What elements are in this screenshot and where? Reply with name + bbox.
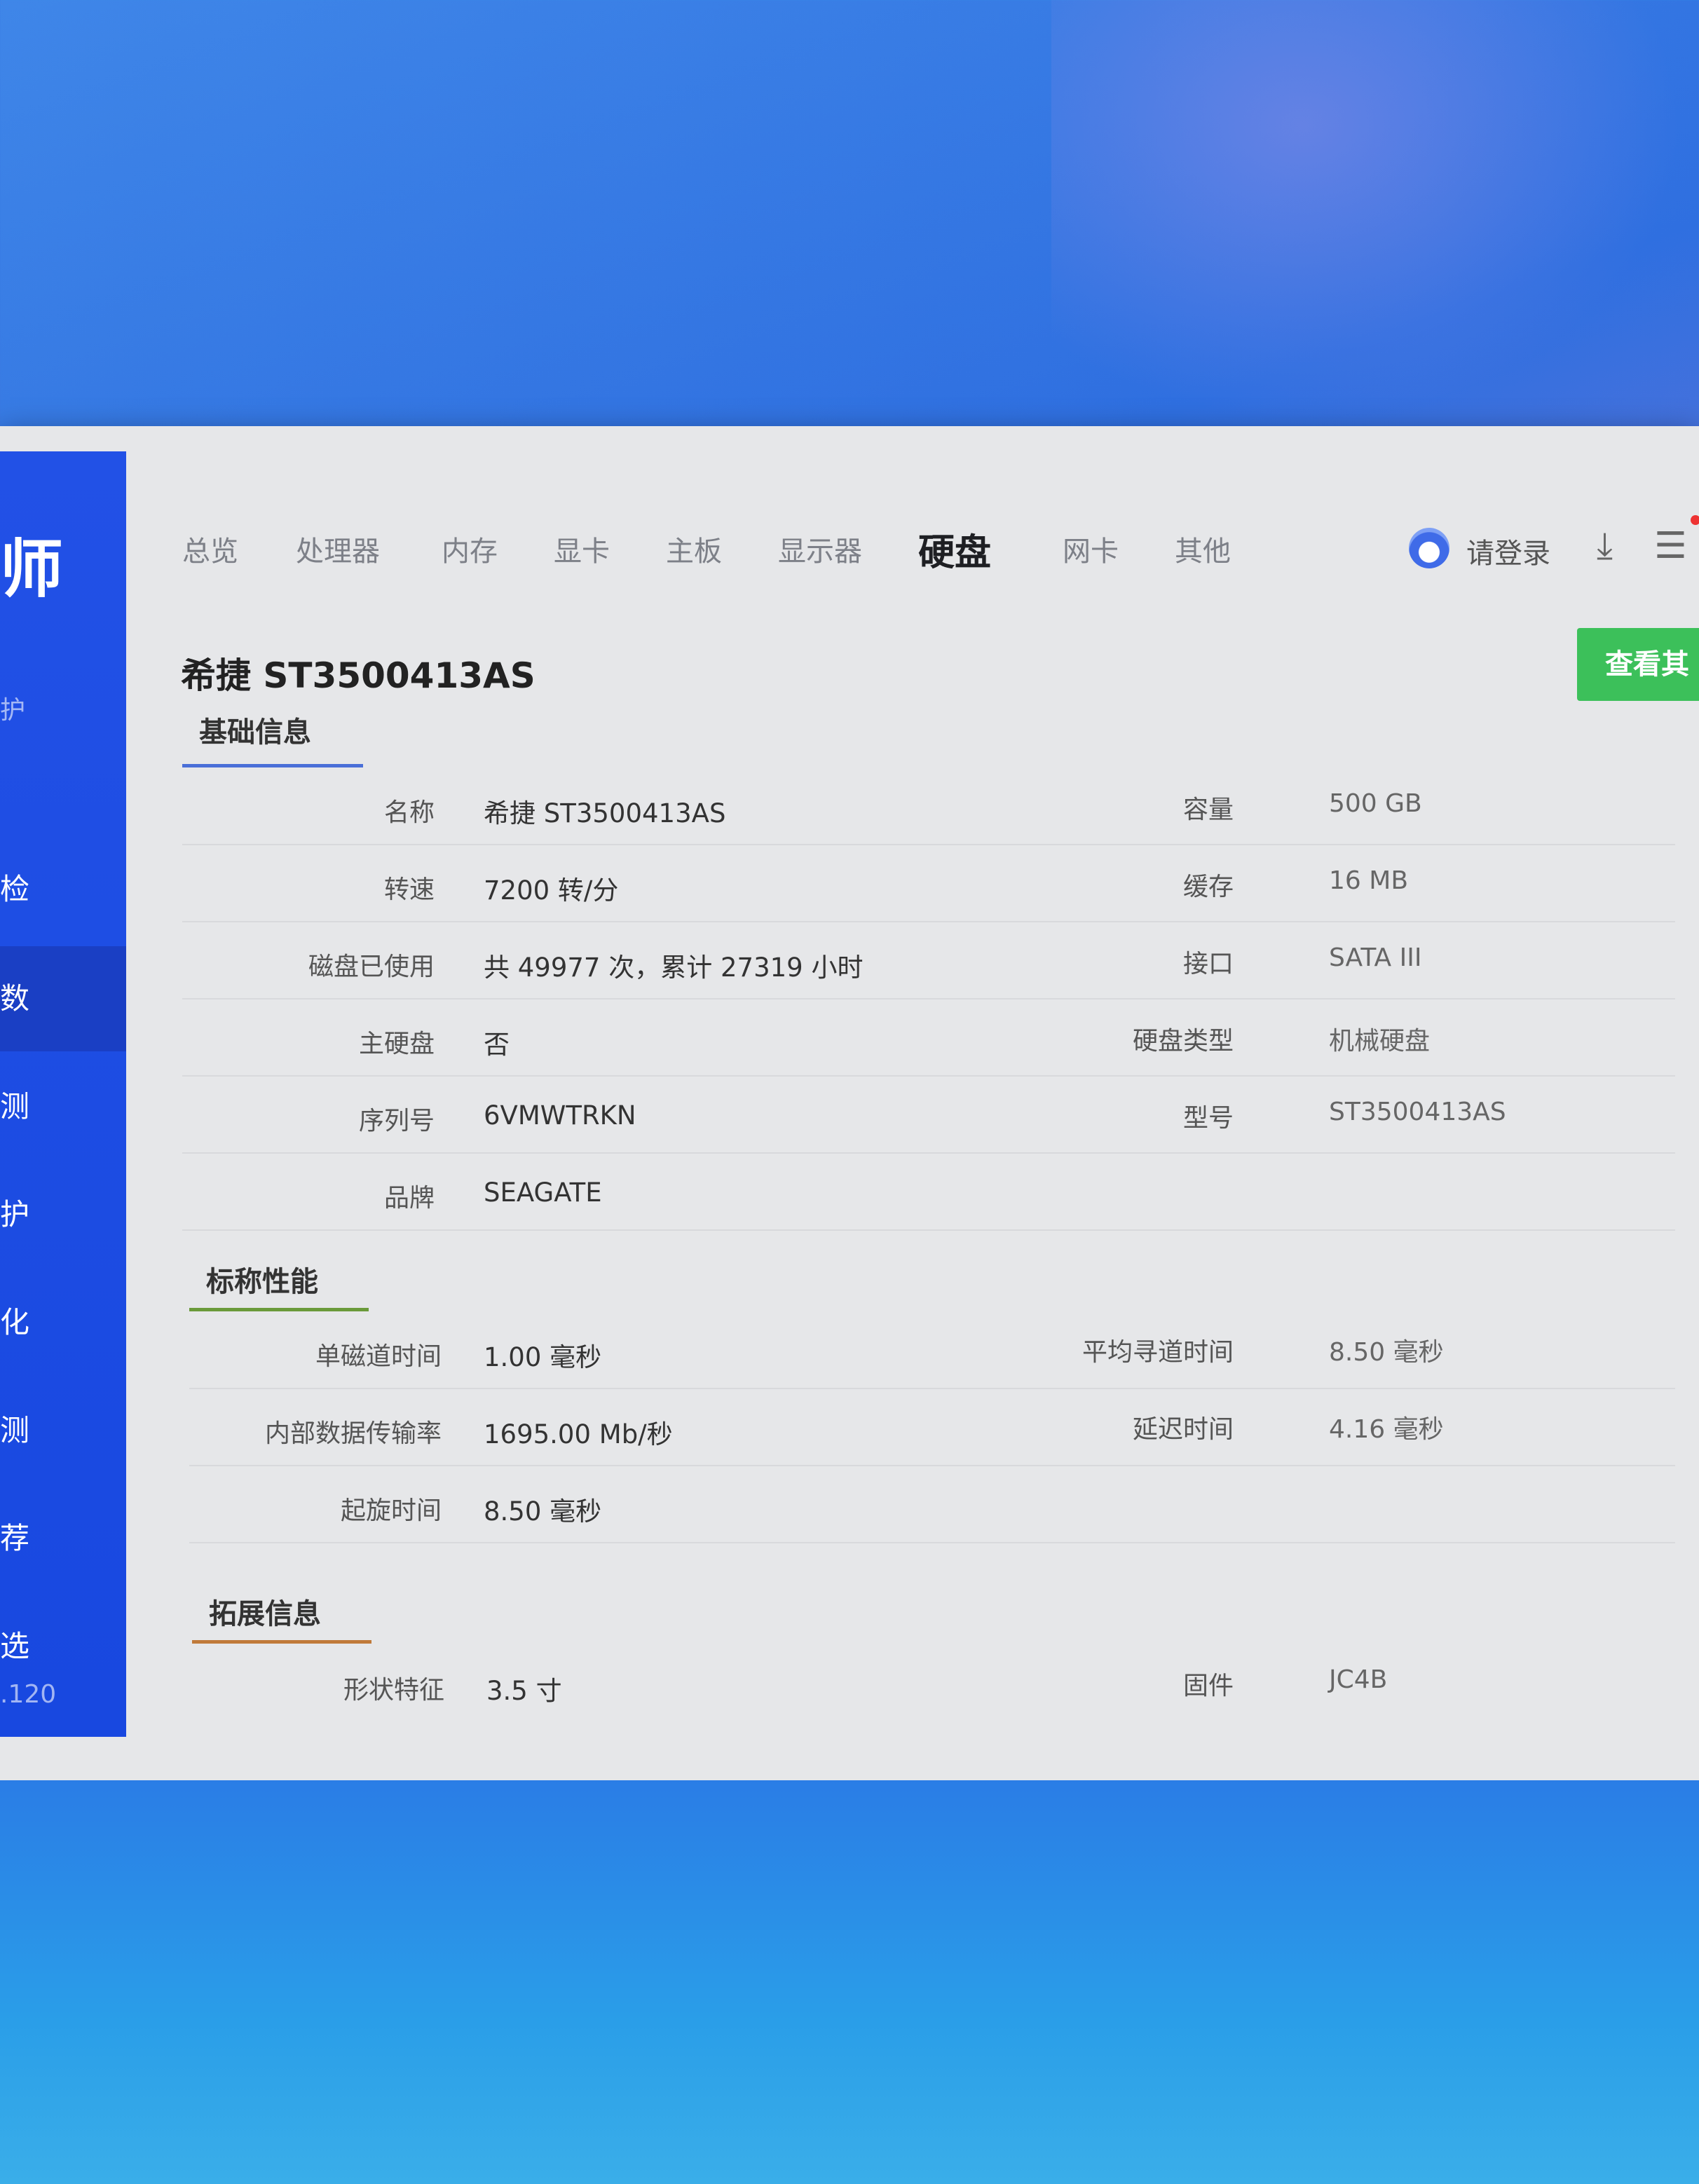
sidebar-item-test[interactable]: 测 [0,1054,126,1159]
field-value: 16 MB [1329,866,1409,895]
field-value: 希捷 ST3500413AS [484,798,726,828]
table-row: 名称 希捷 ST3500413AS 容量 500 GB [182,768,1675,845]
sidebar-item-protect[interactable]: 护 [0,1162,126,1267]
field-value: 否 [484,1030,510,1060]
main-panel: 总览 处理器 内存 显卡 主板 显示器 硬盘 网卡 其他 请登录 ⤓ ☰ 希捷 … [126,451,1699,1780]
field-label: 磁盘已使用 [308,953,435,981]
field-value: 机械硬盘 [1329,1027,1431,1056]
section-title-perf: 标称性能 [206,1266,318,1298]
field-label: 品牌 [383,1184,435,1213]
download-icon[interactable]: ⤓ [1597,525,1613,568]
tab-cpu[interactable]: 处理器 [296,528,380,569]
field-value: 7200 转/分 [484,875,619,906]
app-logo-subtitle: 护 [0,696,26,725]
tab-gpu[interactable]: 显卡 [554,528,610,569]
field-value: SATA III [1329,943,1422,972]
page-title: 希捷 ST3500413AS [181,655,535,696]
field-label: 序列号 [358,1107,435,1135]
desktop-background-bottom [0,1780,1699,2184]
section-underline-basic [182,764,363,767]
tab-monitor[interactable]: 显示器 [778,528,862,569]
field-label: 硬盘类型 [1132,1027,1234,1056]
view-other-button[interactable]: 查看其 [1577,628,1699,701]
tab-other[interactable]: 其他 [1175,528,1231,569]
field-label: 起旋时间 [340,1496,442,1525]
tab-network[interactable]: 网卡 [1063,528,1119,569]
section-underline-ext [192,1640,371,1644]
table-row: 转速 7200 转/分 缓存 16 MB [182,845,1675,922]
notification-dot [1691,515,1699,525]
table-row: 品牌 SEAGATE [182,1154,1675,1231]
app-window: 师 护 检 数 测 护 化 测 荐 选 .120 总览 处理器 内存 显卡 主板… [0,426,1699,1780]
table-row: 形状特征 3.5 寸 固件 JC4B [192,1644,1675,1720]
sidebar-item-params[interactable]: 数 [0,946,126,1051]
app-logo: 师 [0,533,63,606]
field-label: 型号 [1182,1104,1234,1133]
field-label: 转速 [383,875,435,904]
field-value: 1.00 毫秒 [484,1342,602,1372]
table-row: 内部数据传输率 1695.00 Mb/秒 延迟时间 4.16 毫秒 [189,1389,1675,1466]
field-value: JC4B [1329,1665,1388,1694]
field-value: 1695.00 Mb/秒 [484,1419,673,1449]
sidebar-item-check[interactable]: 检 [0,837,126,942]
sidebar: 师 护 检 数 测 护 化 测 荐 选 .120 [0,451,126,1737]
field-label: 平均寻道时间 [1082,1338,1234,1367]
field-label: 主硬盘 [358,1030,435,1058]
field-label: 接口 [1182,950,1234,978]
field-label: 形状特征 [343,1676,444,1705]
field-value: 8.50 毫秒 [484,1496,602,1527]
user-avatar-icon[interactable] [1409,528,1449,568]
table-row: 序列号 6VMWTRKN 型号 ST3500413AS [182,1077,1675,1154]
section-title-basic: 基础信息 [199,716,311,749]
sidebar-item-recommend[interactable]: 荐 [0,1486,126,1591]
field-value: 500 GB [1329,789,1422,818]
field-label: 容量 [1182,796,1234,824]
field-label: 固件 [1182,1672,1234,1700]
table-row: 起旋时间 8.50 毫秒 [189,1466,1675,1543]
section-title-ext: 拓展信息 [209,1598,321,1630]
table-row: 主硬盘 否 硬盘类型 机械硬盘 [182,999,1675,1077]
tab-overview[interactable]: 总览 [182,528,238,569]
field-label: 缓存 [1182,873,1234,901]
sidebar-item-optimize[interactable]: 化 [0,1270,126,1375]
field-value: 4.16 毫秒 [1329,1415,1444,1444]
menu-icon[interactable]: ☰ [1654,525,1687,567]
version-label: .120 [0,1680,57,1709]
field-value: 6VMWTRKN [484,1100,636,1131]
desktop-background [1051,0,1682,421]
sidebar-item-benchmark[interactable]: 测 [0,1378,126,1483]
tab-memory[interactable]: 内存 [442,528,498,569]
field-label: 延迟时间 [1132,1415,1234,1444]
tab-disk[interactable]: 硬盘 [918,523,991,575]
field-value: 8.50 毫秒 [1329,1338,1444,1367]
table-row: 磁盘已使用 共 49977 次，累计 27319 小时 接口 SATA III [182,922,1675,999]
table-row: 单磁道时间 1.00 毫秒 平均寻道时间 8.50 毫秒 [189,1312,1675,1389]
tab-motherboard[interactable]: 主板 [666,528,722,569]
section-underline-perf [189,1308,369,1311]
field-label: 名称 [383,798,435,827]
field-value: ST3500413AS [1329,1098,1506,1126]
field-value: SEAGATE [484,1178,602,1208]
field-label: 单磁道时间 [315,1342,442,1371]
login-link[interactable]: 请登录 [1466,531,1550,571]
field-value: 3.5 寸 [486,1676,562,1706]
field-label: 内部数据传输率 [264,1419,442,1448]
field-value: 共 49977 次，累计 27319 小时 [484,953,864,983]
